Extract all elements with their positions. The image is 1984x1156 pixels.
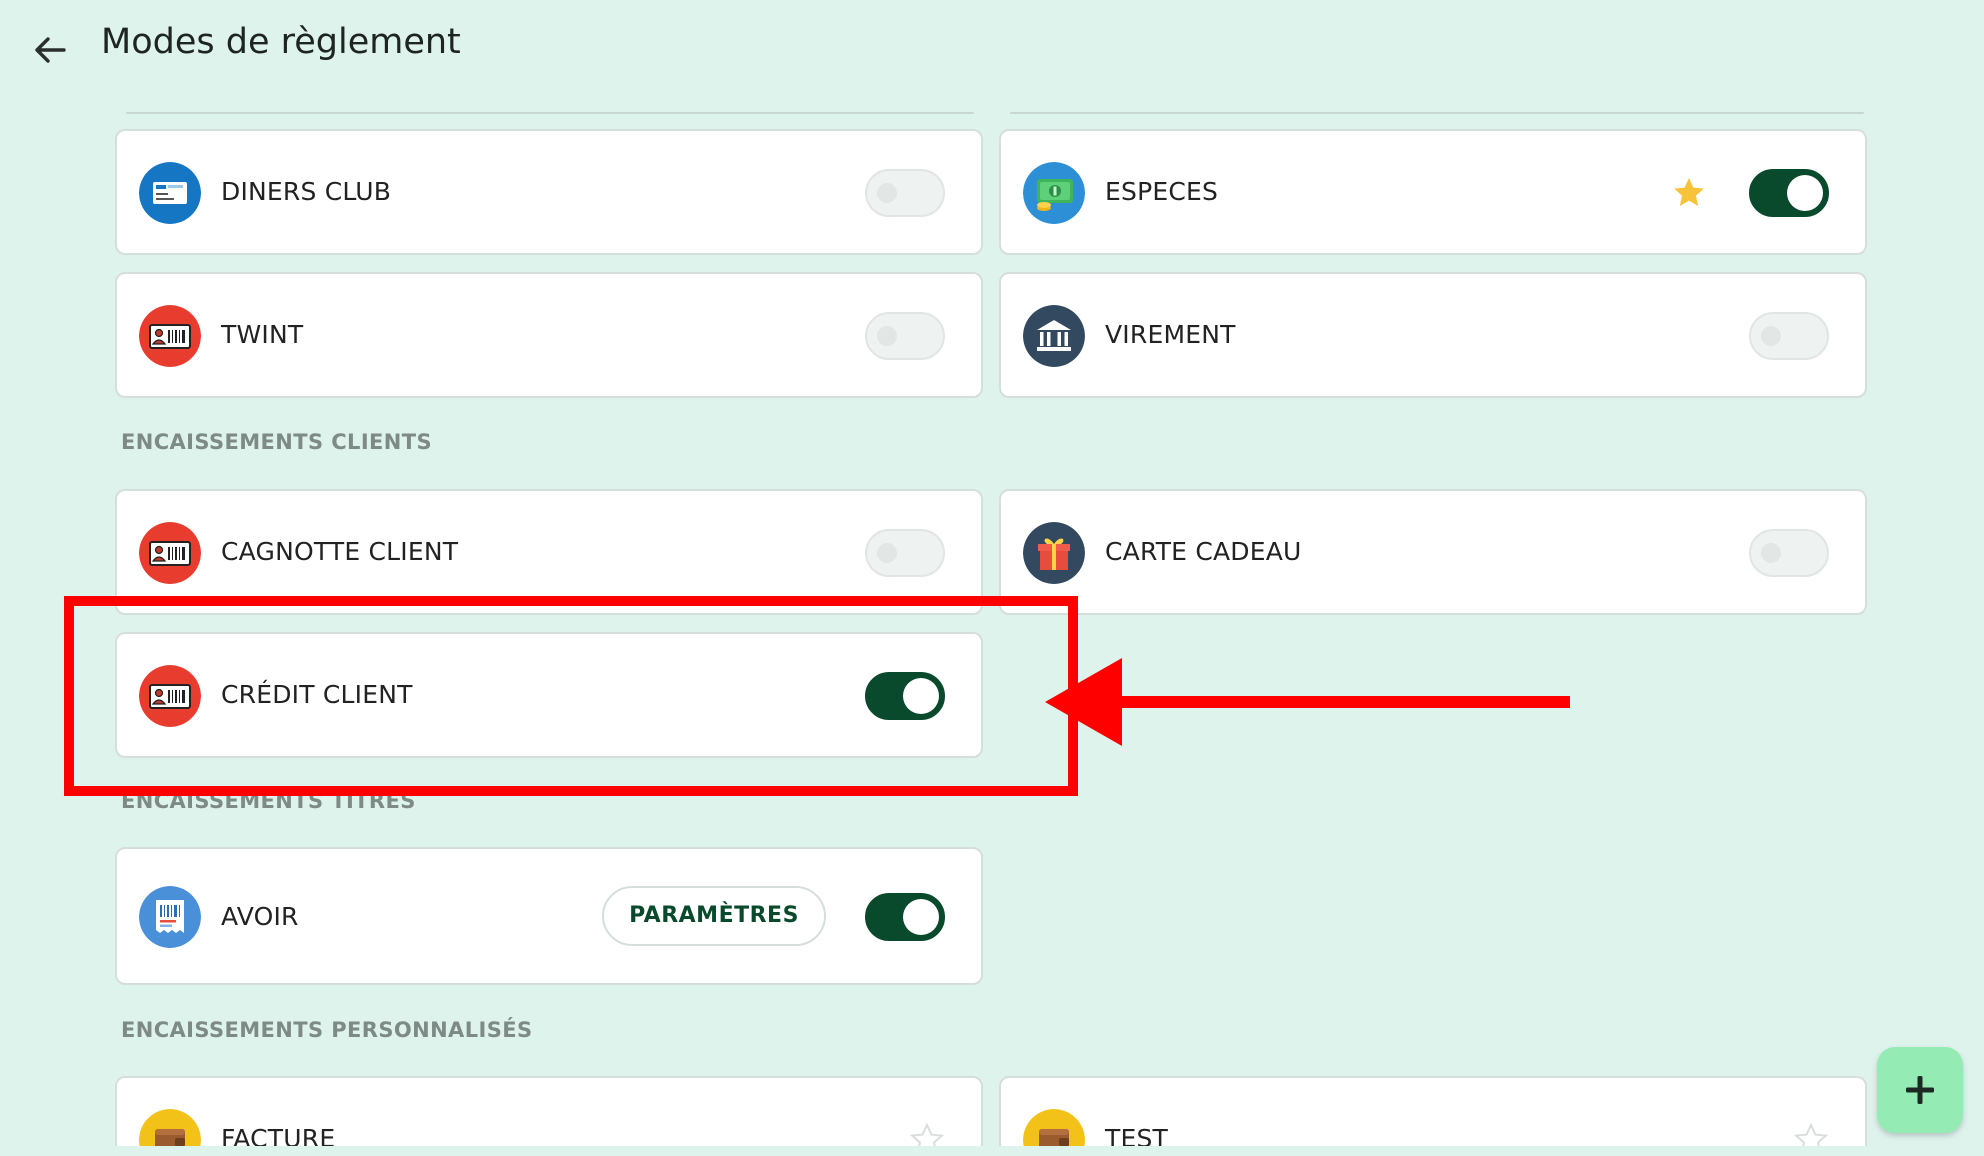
payment-method-label: FACTURE	[221, 1124, 336, 1146]
payment-card-facture[interactable]: FACTURE	[115, 1076, 983, 1146]
add-button[interactable]	[1877, 1047, 1963, 1133]
payment-card-test[interactable]: TEST	[999, 1076, 1867, 1146]
wallet-icon	[139, 1109, 201, 1146]
card-icon	[139, 162, 201, 224]
star-outline-icon[interactable]	[1793, 1122, 1829, 1146]
payment-method-label: DINERS CLUB	[221, 177, 392, 206]
enable-toggle[interactable]	[865, 169, 945, 217]
section-header-clients: ENCAISSEMENTS CLIENTS	[121, 430, 433, 454]
section-header-personnalises: ENCAISSEMENTS PERSONNALISÉS	[121, 1018, 533, 1042]
enable-toggle[interactable]	[865, 312, 945, 360]
wallet-icon	[1023, 1109, 1085, 1146]
payment-method-label: CAGNOTTE CLIENT	[221, 537, 459, 566]
enable-toggle[interactable]	[865, 529, 945, 577]
page-title: Modes de règlement	[101, 22, 461, 62]
payment-card-avoir[interactable]: AVOIR PARAMÈTRES	[115, 847, 983, 985]
receipt-icon	[139, 886, 201, 948]
star-outline-icon[interactable]	[909, 1122, 945, 1146]
enable-toggle[interactable]	[865, 893, 945, 941]
payment-method-label: TWINT	[221, 320, 304, 349]
top-app-bar: Modes de règlement	[0, 0, 1984, 96]
enable-toggle[interactable]	[1749, 169, 1829, 217]
cash-icon	[1023, 162, 1085, 224]
payment-method-label: ESPECES	[1105, 177, 1219, 206]
highlight-box	[64, 596, 1078, 796]
payment-method-label: CARTE CADEAU	[1105, 537, 1302, 566]
enable-toggle[interactable]	[1749, 312, 1829, 360]
payment-card-diners-club[interactable]: DINERS CLUB	[115, 129, 983, 255]
settings-button[interactable]: PARAMÈTRES	[602, 886, 826, 946]
card-edge	[126, 112, 974, 114]
arrow-left-icon[interactable]	[28, 28, 72, 72]
plus-icon	[1906, 1076, 1934, 1104]
arrow-left-annotation	[1045, 658, 1570, 746]
payment-method-label: TEST	[1105, 1124, 1169, 1146]
star-filled-icon[interactable]	[1671, 175, 1707, 211]
gift-icon	[1023, 522, 1085, 584]
bank-icon	[1023, 305, 1085, 367]
card-edge	[1010, 112, 1864, 114]
payment-method-label: AVOIR	[221, 902, 299, 931]
payment-card-virement[interactable]: VIREMENT	[999, 272, 1867, 398]
payment-card-twint[interactable]: TWINT	[115, 272, 983, 398]
payment-card-especes[interactable]: ESPECES	[999, 129, 1867, 255]
payment-card-carte-cadeau[interactable]: CARTE CADEAU	[999, 489, 1867, 615]
id-card-icon	[139, 522, 201, 584]
payment-method-label: VIREMENT	[1105, 320, 1236, 349]
id-card-icon	[139, 305, 201, 367]
enable-toggle[interactable]	[1749, 529, 1829, 577]
